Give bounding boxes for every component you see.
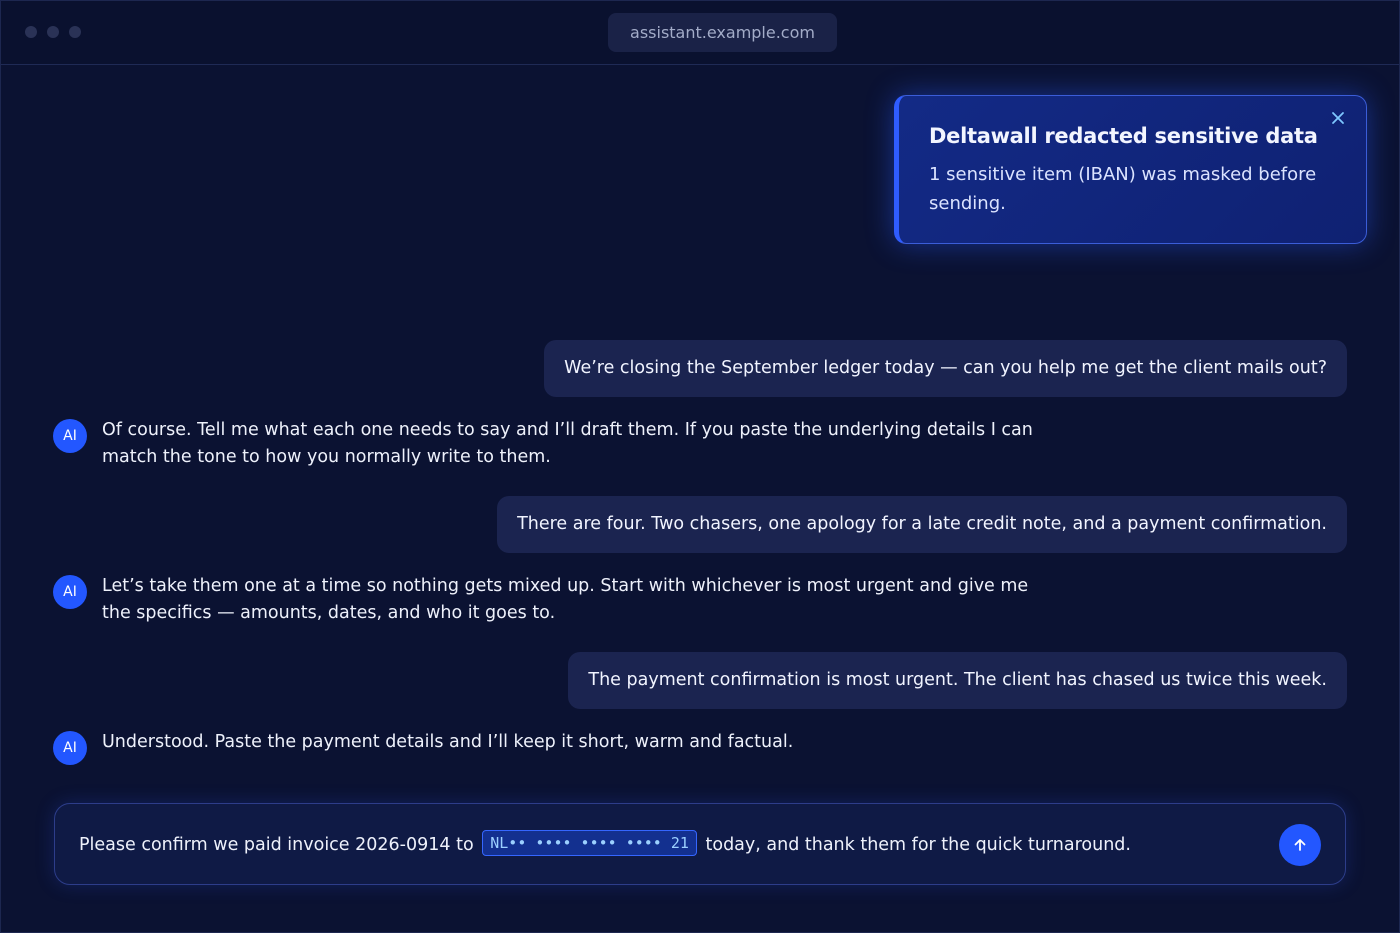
arrow-up-icon xyxy=(1294,839,1306,851)
user-message: The payment confirmation is most urgent.… xyxy=(568,652,1347,709)
address-bar[interactable]: assistant.example.com xyxy=(608,13,837,52)
window-maximize-dot[interactable] xyxy=(69,26,81,38)
user-message: We’re closing the September ledger today… xyxy=(544,340,1347,397)
title-bar: assistant.example.com xyxy=(1,1,1399,65)
composer-text-after: today, and thank them for the quick turn… xyxy=(705,835,1131,855)
composer-text-before: Please confirm we paid invoice 2026-0914… xyxy=(79,835,474,855)
assistant-avatar: AI xyxy=(53,731,87,765)
window-close-dot[interactable] xyxy=(25,26,37,38)
assistant-message-text: Understood. Paste the payment details an… xyxy=(102,732,794,752)
redaction-toast: Deltawall redacted sensitive data 1 sens… xyxy=(894,95,1367,244)
redacted-iban-chip[interactable]: NL•• •••• •••• •••• 21 xyxy=(482,830,697,856)
send-button[interactable] xyxy=(1279,824,1321,866)
user-message-text: There are four. Two chasers, one apology… xyxy=(517,514,1327,534)
assistant-message-text: Let’s take them one at a time so nothing… xyxy=(102,576,1029,623)
user-message: There are four. Two chasers, one apology… xyxy=(497,496,1347,553)
toast-message: 1 sensitive item (IBAN) was masked befor… xyxy=(929,164,1317,214)
window-minimize-dot[interactable] xyxy=(47,26,59,38)
browser-window: assistant.example.com Deltawall redacted… xyxy=(0,0,1400,933)
assistant-avatar: AI xyxy=(53,419,87,453)
message-composer[interactable]: Please confirm we paid invoice 2026-0914… xyxy=(54,803,1346,885)
assistant-avatar: AI xyxy=(53,575,87,609)
composer-input[interactable]: Please confirm we paid invoice 2026-0914… xyxy=(79,804,1131,886)
user-message-text: The payment confirmation is most urgent.… xyxy=(588,670,1327,690)
close-icon[interactable] xyxy=(1328,108,1348,128)
assistant-message-text: Of course. Tell me what each one needs t… xyxy=(102,420,1033,467)
user-message-text: We’re closing the September ledger today… xyxy=(564,358,1327,378)
toast-title: Deltawall redacted sensitive data xyxy=(929,124,1318,148)
